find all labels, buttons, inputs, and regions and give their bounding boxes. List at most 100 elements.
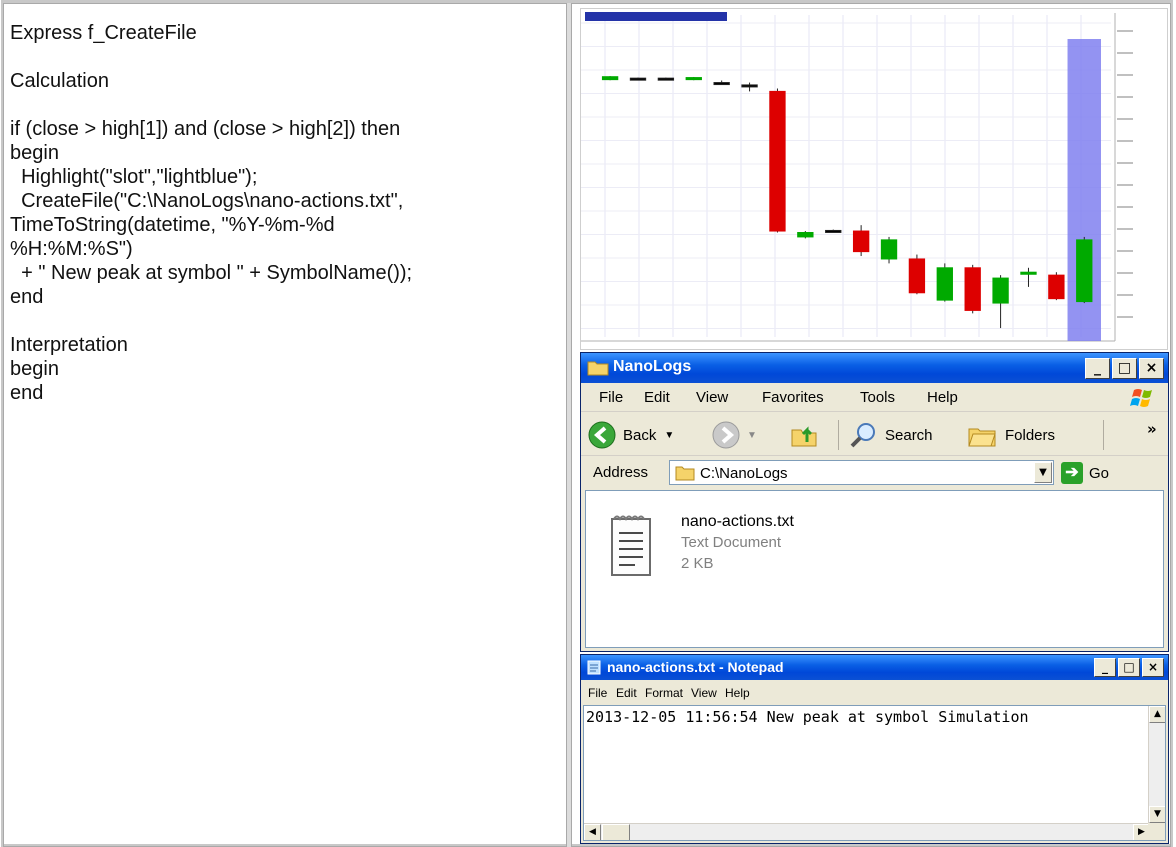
maximize-button[interactable]: □ <box>1118 658 1140 677</box>
notepad-title: nano-actions.txt - Notepad <box>607 659 784 675</box>
candle-body <box>797 232 814 238</box>
forward-dropdown-icon[interactable]: ▼ <box>747 430 757 441</box>
code-cell: Express f_CreateFile Calculation if (clo… <box>3 3 567 847</box>
toolbar-overflow-chevron[interactable]: » <box>1147 420 1157 438</box>
search-button[interactable]: Search <box>849 419 933 451</box>
menu-edit[interactable]: Edit <box>644 389 670 406</box>
menu-view[interactable]: View <box>696 389 728 406</box>
horizontal-scrollbar[interactable]: ◀ ▶ <box>584 823 1150 840</box>
candle-body <box>741 84 758 88</box>
menu-favorites[interactable]: Favorites <box>762 389 824 406</box>
code-line: Calculation <box>10 70 109 92</box>
file-list: nano-actions.txt Text Document 2 KB <box>585 490 1164 648</box>
candle-body <box>880 239 898 260</box>
code-line: if (close > high[1]) and (close > high[2… <box>10 118 401 140</box>
folders-label: Folders <box>1005 426 1056 444</box>
candle-body <box>825 229 842 233</box>
explorer-toolbar: Back ▼ ▼ Search Folders » <box>581 414 1168 456</box>
go-label: Go <box>1089 464 1110 482</box>
file-name[interactable]: nano-actions.txt <box>681 513 794 531</box>
code-line: TimeToString(datetime, "%Y-%m-%d <box>10 214 335 236</box>
scroll-up-icon[interactable]: ▲ <box>1149 706 1165 723</box>
explorer-menubar: File Edit View Favorites Tools Help <box>581 384 1168 412</box>
np-menu-view[interactable]: View <box>691 686 717 700</box>
candle-body <box>685 77 702 81</box>
notepad-text: 2013-12-05 11:56:54 New peak at symbol S… <box>586 708 1029 726</box>
code-line: end <box>10 382 44 404</box>
address-label: Address <box>593 464 649 481</box>
chart-canvas <box>581 12 1133 342</box>
candle-body <box>936 267 953 301</box>
forward-button[interactable]: ▼ <box>711 419 757 451</box>
np-menu-format[interactable]: Format <box>645 686 683 700</box>
toolbar-separator <box>838 420 839 450</box>
code-listing: Express f_CreateFile Calculation if (clo… <box>10 21 412 405</box>
file-type: Text Document <box>681 534 782 551</box>
notepad-text-area[interactable]: 2013-12-05 11:56:54 New peak at symbol S… <box>583 705 1166 841</box>
close-button[interactable]: × <box>1139 358 1164 379</box>
notepad-menubar: File Edit Format View Help <box>581 682 1168 704</box>
file-size: 2 KB <box>681 555 714 572</box>
address-input[interactable]: C:\NanoLogs ▼ <box>669 460 1054 485</box>
folder-icon <box>587 361 609 376</box>
address-dropdown-icon[interactable]: ▼ <box>1034 462 1052 483</box>
minimize-button[interactable]: _ <box>1085 358 1110 379</box>
address-value: C:\NanoLogs <box>700 465 788 482</box>
candle-body <box>1020 271 1037 275</box>
code-line: Highlight("slot","lightblue"); <box>10 166 258 188</box>
explorer-window: NanoLogs _ □ × File Edit View Favorites … <box>580 352 1169 652</box>
code-line: begin <box>10 358 59 380</box>
minimize-button[interactable]: _ <box>1094 658 1116 677</box>
np-menu-file[interactable]: File <box>588 686 607 700</box>
candle-body <box>713 82 730 86</box>
code-line: + " New peak at symbol " + SymbolName())… <box>10 262 413 284</box>
horizontal-scroll-thumb[interactable] <box>602 824 630 840</box>
scroll-left-icon[interactable]: ◀ <box>584 824 601 840</box>
up-folder-button[interactable] <box>789 419 819 451</box>
explorer-titlebar[interactable]: NanoLogs _ □ × <box>581 353 1168 383</box>
candle-body <box>1048 274 1065 300</box>
candle-body <box>657 77 675 81</box>
go-arrow-icon: ➔ <box>1061 462 1083 484</box>
explorer-title: NanoLogs <box>613 358 692 375</box>
close-button[interactable]: × <box>1142 658 1164 677</box>
search-icon <box>850 423 875 448</box>
np-menu-edit[interactable]: Edit <box>616 686 637 700</box>
back-label: Back <box>623 426 657 444</box>
candle-body <box>964 267 981 311</box>
toolbar-separator <box>1103 420 1104 450</box>
maximize-button[interactable]: □ <box>1112 358 1137 379</box>
candle-body <box>1076 239 1093 303</box>
candle-body <box>852 230 870 253</box>
np-menu-help[interactable]: Help <box>725 686 750 700</box>
menu-tools[interactable]: Tools <box>860 389 895 406</box>
back-dropdown-icon[interactable]: ▼ <box>664 430 674 441</box>
menu-help[interactable]: Help <box>927 389 958 406</box>
vertical-scrollbar[interactable]: ▲ ▼ <box>1148 706 1165 823</box>
up-folder-icon <box>791 426 817 447</box>
code-line: %H:%M:%S") <box>10 238 133 260</box>
code-line: Interpretation <box>10 334 128 356</box>
menu-file[interactable]: File <box>599 389 623 406</box>
text-file-icon[interactable] <box>610 513 654 579</box>
price-chart <box>580 8 1168 350</box>
scroll-down-icon[interactable]: ▼ <box>1149 806 1165 823</box>
code-line: CreateFile("C:\NanoLogs\nano-actions.txt… <box>10 190 404 212</box>
go-button[interactable]: ➔ Go <box>1061 461 1109 485</box>
address-bar: Address C:\NanoLogs ▼ ➔ Go <box>581 457 1168 489</box>
chart-legend-bar <box>585 12 727 21</box>
folders-button[interactable]: Folders <box>967 419 1055 451</box>
back-arrow-icon <box>588 421 616 449</box>
notepad-window: nano-actions.txt - Notepad _ □ × File Ed… <box>580 654 1169 844</box>
notepad-titlebar[interactable]: nano-actions.txt - Notepad _ □ × <box>581 655 1168 680</box>
forward-arrow-icon <box>712 421 740 449</box>
resize-grip-icon[interactable] <box>1148 823 1165 840</box>
candle-body <box>992 277 1009 304</box>
code-line: Express f_CreateFile <box>10 22 197 44</box>
back-button[interactable]: Back ▼ <box>587 419 674 451</box>
folder-icon <box>675 466 695 481</box>
candle-body <box>601 76 619 81</box>
